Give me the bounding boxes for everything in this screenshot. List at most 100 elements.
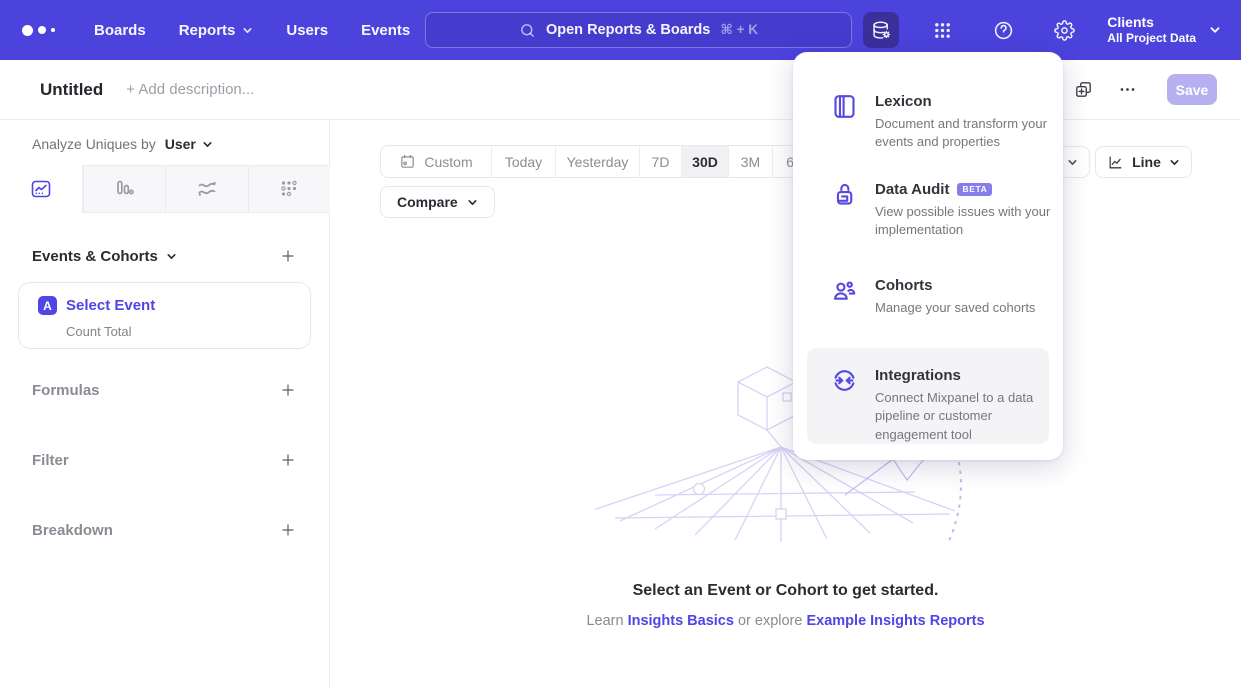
analyze-value: User (165, 134, 196, 154)
chevron-down-icon (202, 139, 213, 150)
line-chart-axis-icon (1107, 154, 1124, 171)
example-reports-link[interactable]: Example Insights Reports (806, 613, 984, 629)
nav-reports-label: Reports (179, 22, 236, 39)
mixpanel-logo[interactable] (22, 25, 55, 36)
data-management-menu: Lexicon Document and transform your even… (793, 52, 1063, 460)
range-3m[interactable]: 3M (729, 146, 773, 177)
range-yesterday[interactable]: Yesterday (556, 146, 640, 177)
report-actions: Save (1067, 74, 1217, 106)
nav-right-cluster: Clients All Project Data (863, 0, 1221, 60)
nav-users[interactable]: Users (286, 22, 328, 39)
nav-reports[interactable]: Reports (179, 22, 254, 39)
plus-icon (280, 382, 296, 398)
data-management-button[interactable] (863, 12, 899, 48)
add-event-button[interactable] (277, 245, 299, 267)
subtitle-middle: or explore (738, 613, 802, 629)
global-search-input[interactable]: Open Reports & Boards ⌘ + K (425, 12, 852, 48)
menu-item-data-audit[interactable]: Data Audit BETA View possible issues wit… (831, 180, 1049, 240)
menu-item-integrations[interactable]: Integrations Connect Mixpanel to a data … (831, 366, 1049, 444)
copy-plus-icon (1074, 80, 1093, 99)
beta-badge: BETA (957, 183, 992, 197)
search-placeholder: Open Reports & Boards (546, 22, 710, 38)
events-cohorts-header[interactable]: Events & Cohorts (32, 248, 177, 265)
plus-icon (280, 248, 296, 264)
add-breakdown-button[interactable] (277, 519, 299, 541)
empty-state-title: Select an Event or Cohort to get started… (330, 582, 1241, 600)
database-gear-icon (871, 20, 892, 41)
grid-icon (932, 20, 953, 41)
ellipsis-icon (1118, 80, 1137, 99)
more-options-button[interactable] (1111, 74, 1143, 106)
chevron-down-icon (1067, 157, 1078, 168)
project-scope: All Project Data (1107, 31, 1196, 46)
range-7d[interactable]: 7D (640, 146, 682, 177)
select-event-label: Select Event (66, 296, 155, 315)
help-icon (993, 20, 1014, 41)
menu-item-lexicon[interactable]: Lexicon Document and transform your even… (831, 92, 1049, 152)
plus-icon (280, 452, 296, 468)
menu-item-description: Manage your saved cohorts (875, 299, 1075, 317)
analyze-row: Analyze Uniques by User (32, 134, 213, 154)
breakdown-section-row: Breakdown (32, 519, 299, 541)
query-sidebar: Analyze Uniques by User Events & Cohorts (0, 120, 330, 688)
date-range-control: Custom Today Yesterday 7D 30D 3M 6M (380, 145, 820, 178)
duplicate-button[interactable] (1067, 74, 1099, 106)
project-selector[interactable]: Clients All Project Data (1107, 14, 1221, 46)
filter-label: Filter (32, 452, 69, 469)
chart-type-label: Line (1132, 154, 1161, 170)
help-button[interactable] (985, 12, 1021, 48)
logo-dot (22, 25, 33, 36)
tab-stacked-chart[interactable] (165, 165, 248, 213)
menu-item-title: Data Audit (875, 180, 949, 199)
line-chart-icon (29, 177, 53, 201)
tab-line-chart[interactable] (0, 165, 83, 213)
events-section-row: Events & Cohorts (32, 245, 299, 267)
add-description-field[interactable]: + Add description... (126, 81, 254, 98)
insights-basics-link[interactable]: Insights Basics (628, 613, 734, 629)
save-button[interactable]: Save (1167, 74, 1217, 105)
chart-type-dropdown[interactable]: Line (1095, 146, 1192, 178)
chevron-down-icon (166, 251, 177, 262)
tab-metric[interactable] (248, 165, 331, 213)
plus-icon (280, 522, 296, 538)
calendar-icon (399, 153, 416, 170)
compare-dropdown[interactable]: Compare (380, 186, 495, 218)
count-total-label[interactable]: Count Total (66, 324, 132, 339)
primary-nav: Boards Reports Users Events (94, 22, 410, 39)
gear-icon (1054, 20, 1075, 41)
range-custom-label: Custom (424, 154, 472, 170)
chart-area: Custom Today Yesterday 7D 30D 3M 6M Comp… (330, 120, 1241, 688)
metric-dots-icon (277, 177, 301, 201)
logo-dot (38, 26, 46, 34)
mixpanel-app: Boards Reports Users Events Open Reports… (0, 0, 1241, 688)
range-custom[interactable]: Custom (381, 146, 492, 177)
nav-events[interactable]: Events (361, 22, 410, 39)
select-event-card[interactable]: A Select Event Count Total (18, 282, 311, 349)
empty-state-subtitle: Learn Insights Basics or explore Example… (330, 613, 1241, 629)
report-title[interactable]: Untitled (40, 80, 103, 100)
range-today[interactable]: Today (492, 146, 556, 177)
chevron-down-icon (1209, 24, 1221, 36)
menu-item-title: Integrations (875, 366, 1051, 385)
menu-item-title: Lexicon (875, 92, 1051, 111)
subtitle-prefix: Learn (586, 613, 623, 629)
range-30d[interactable]: 30D (682, 146, 729, 177)
menu-item-description: Document and transform your events and p… (875, 115, 1051, 152)
analyze-label: Analyze Uniques by (32, 134, 156, 154)
stacked-flow-icon (195, 177, 219, 201)
chevron-down-icon (242, 25, 253, 36)
formulas-label: Formulas (32, 382, 100, 399)
settings-button[interactable] (1046, 12, 1082, 48)
bar-chart-icon (112, 177, 136, 201)
event-series-badge: A (38, 296, 57, 315)
filter-section-row: Filter (32, 449, 299, 471)
add-formula-button[interactable] (277, 379, 299, 401)
chart-type-tabs (0, 165, 330, 213)
add-filter-button[interactable] (277, 449, 299, 471)
search-shortcut: ⌘ + K (720, 22, 758, 38)
apps-grid-button[interactable] (924, 12, 960, 48)
menu-item-cohorts[interactable]: Cohorts Manage your saved cohorts (831, 276, 1049, 317)
tab-bar-chart[interactable] (83, 165, 166, 213)
nav-boards[interactable]: Boards (94, 22, 146, 39)
analyze-by-dropdown[interactable]: User (165, 134, 213, 154)
